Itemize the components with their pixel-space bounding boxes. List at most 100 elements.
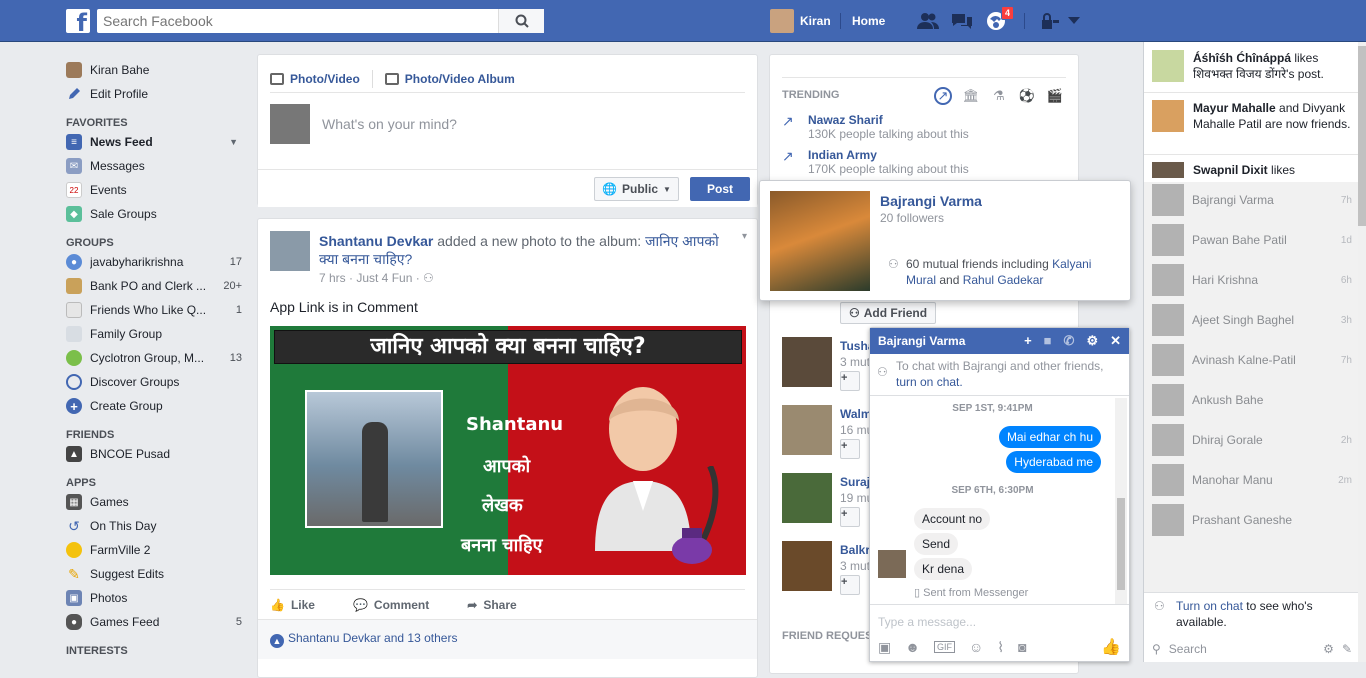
attachment-icon[interactable]: ⌇	[997, 639, 1004, 656]
gear-icon[interactable]: ⚙	[1086, 333, 1098, 349]
status-input[interactable]: What's on your mind?	[322, 116, 457, 132]
chat-contact[interactable]: Ajeet Singh Baghel 3h	[1152, 304, 1352, 336]
gear-icon[interactable]: ⚙	[1323, 642, 1334, 656]
compose-icon[interactable]: ✎	[1342, 642, 1352, 656]
scroll-thumb[interactable]	[1358, 46, 1366, 226]
profile-link[interactable]: Kiran	[770, 9, 831, 33]
chat-scrollbar[interactable]	[1115, 398, 1127, 604]
tab-photo-album[interactable]: Photo/Video Album	[384, 72, 515, 86]
chat-message-input[interactable]: Type a message...	[870, 604, 1129, 636]
tab-photo-video[interactable]: Photo/Video	[270, 72, 360, 86]
scroll-thumb[interactable]	[1117, 498, 1125, 590]
friend-requests-icon[interactable]	[916, 10, 940, 32]
chat-contact[interactable]: Avinash Kalne-Patil 7h	[1152, 344, 1352, 376]
emoji-icon[interactable]: ☺	[969, 639, 983, 655]
nav-app-photos[interactable]: ▣ Photos	[66, 586, 242, 610]
home-link[interactable]: Home	[852, 14, 885, 28]
trending-tab-science-icon[interactable]: ⚗	[990, 87, 1008, 105]
search-button[interactable]	[498, 9, 544, 33]
nav-edit-profile[interactable]: Edit Profile	[66, 82, 242, 106]
nav-messages[interactable]: ✉ Messages	[66, 154, 242, 178]
nav-events[interactable]: 22 Events	[66, 178, 242, 202]
chat-contact[interactable]: Pawan Bahe Patil 1d	[1152, 224, 1352, 256]
audience-selector[interactable]: 🌐 Public ▼	[594, 177, 679, 201]
avatar[interactable]	[782, 541, 832, 591]
add-friend-button[interactable]: +	[840, 439, 860, 459]
avatar[interactable]	[270, 231, 310, 271]
share-button[interactable]: ➦ Share	[467, 598, 516, 612]
ticker-item[interactable]: Áśhîśh Ćhînáppá likes शिवभक्त विजय डोंगर…	[1152, 50, 1352, 82]
nav-app-games[interactable]: ▦ Games	[66, 490, 242, 514]
trending-item[interactable]: ↗ Indian Army 170K people talking about t…	[782, 148, 1072, 176]
post-image[interactable]: जानिए आपको क्या बनना चाहिए? Shantanu आपक…	[270, 326, 746, 575]
page-scrollbar[interactable]	[1358, 42, 1366, 662]
chat-header[interactable]: Bajrangi Varma + ■ ✆ ⚙ ✕	[870, 328, 1129, 354]
video-call-icon[interactable]: ■	[1044, 333, 1052, 349]
nav-app-suggest-edits[interactable]: ✎ Suggest Edits	[66, 562, 242, 586]
chat-contact[interactable]: Bajrangi Varma 7h	[1152, 184, 1352, 216]
chat-title[interactable]: Bajrangi Varma	[878, 334, 965, 348]
nav-group-item[interactable]: Family Group	[66, 322, 242, 346]
post-options-icon[interactable]: ▾	[742, 231, 747, 242]
search-input[interactable]	[97, 9, 498, 33]
gif-icon[interactable]: GIF	[933, 641, 955, 653]
trending-item[interactable]: ↗ Nawaz Sharif 130K people talking about …	[782, 113, 1072, 141]
messages-icon[interactable]	[950, 10, 974, 32]
likes-summary[interactable]: ▲ Shantanu Devkar and 13 others	[258, 619, 757, 659]
nav-app-farmville[interactable]: FarmVille 2	[66, 538, 242, 562]
chat-contact[interactable]: Hari Krishna 6h	[1152, 264, 1352, 296]
ticker-item[interactable]: Mayur Mahalle and Divyank Mahalle Patil …	[1152, 100, 1352, 132]
turn-on-chat-link[interactable]: turn on chat.	[896, 375, 963, 389]
post-button[interactable]: Post	[690, 177, 750, 201]
thumbs-up-icon[interactable]: 👍	[1101, 637, 1121, 657]
close-icon[interactable]: ✕	[1110, 333, 1121, 349]
chat-contact[interactable]: Prashant Ganeshe	[1152, 504, 1352, 536]
notifications-icon[interactable]: 4	[984, 6, 1014, 32]
nav-sale-groups[interactable]: ◆ Sale Groups	[66, 202, 242, 226]
nav-group-item[interactable]: Cyclotron Group, M... 13	[66, 346, 242, 370]
chat-contact[interactable]: Ankush Bahe	[1152, 384, 1352, 416]
turn-on-chat-link[interactable]: Turn on chat	[1176, 599, 1243, 613]
mutual-friend-link[interactable]: Rahul Gadekar	[963, 273, 1044, 287]
account-menu-icon[interactable]	[1062, 10, 1086, 32]
add-people-icon[interactable]: +	[1024, 333, 1032, 349]
nav-group-item[interactable]: Friends Who Like Q... 1	[66, 298, 242, 322]
nav-create-group[interactable]: + Create Group	[66, 394, 242, 418]
photo-icon[interactable]: ▣	[878, 639, 891, 656]
nav-discover-groups[interactable]: Discover Groups	[66, 370, 242, 394]
nav-app-on-this-day[interactable]: ↺ On This Day	[66, 514, 242, 538]
pymk-name[interactable]: Walm	[840, 407, 872, 421]
add-friend-button[interactable]: +	[840, 507, 860, 527]
chat-contact[interactable]: Dhiraj Gorale 2h	[1152, 424, 1352, 456]
camera-icon[interactable]: ◙	[1018, 639, 1026, 655]
hovercard-avatar[interactable]	[770, 191, 870, 291]
privacy-icon[interactable]	[1038, 10, 1062, 32]
avatar[interactable]	[782, 405, 832, 455]
trending-tab-sports-icon[interactable]: ⚽	[1018, 87, 1036, 105]
nav-app-games-feed[interactable]: ● Games Feed 5	[66, 610, 242, 634]
options-icon[interactable]: ▼	[229, 137, 238, 147]
nav-group-item[interactable]: Bank PO and Clerk ... 20+	[66, 274, 242, 298]
like-button[interactable]: 👍 Like	[270, 598, 315, 612]
chat-contact[interactable]: Manohar Manu 2m	[1152, 464, 1352, 496]
trending-tab-politics-icon[interactable]: 🏛	[962, 87, 980, 105]
add-friend-button[interactable]: +	[840, 371, 860, 391]
add-friend-button[interactable]: ⚇ Add Friend	[840, 302, 936, 324]
pymk-name[interactable]: Suraj	[840, 475, 870, 489]
hovercard-name[interactable]: Bajrangi Varma	[880, 193, 982, 209]
facebook-logo-icon[interactable]: f	[66, 9, 90, 33]
post-timestamp[interactable]: 7 hrs · Just 4 Fun ·	[319, 271, 420, 285]
avatar[interactable]	[782, 473, 832, 523]
nav-group-item[interactable]: ● javabyharikrishna 17	[66, 250, 242, 274]
pymk-name[interactable]: Balkr	[840, 543, 870, 557]
add-friend-button[interactable]: +	[840, 575, 860, 595]
sidebar-search[interactable]: ⚲ Search ⚙ ✎	[1152, 639, 1352, 659]
sidebar-search-input[interactable]: Search	[1169, 642, 1315, 656]
post-author[interactable]: Shantanu Devkar	[319, 233, 433, 249]
trending-tab-top-icon[interactable]: ↗	[934, 87, 952, 105]
phone-icon[interactable]: ✆	[1064, 333, 1075, 349]
ticker-item[interactable]: Swapnil Dixit likes	[1152, 162, 1352, 178]
comment-button[interactable]: 💬 Comment	[353, 598, 429, 612]
trending-tab-entertainment-icon[interactable]: 🎬	[1046, 87, 1064, 105]
nav-friend-list[interactable]: ▲ BNCOE Pusad	[66, 442, 242, 466]
